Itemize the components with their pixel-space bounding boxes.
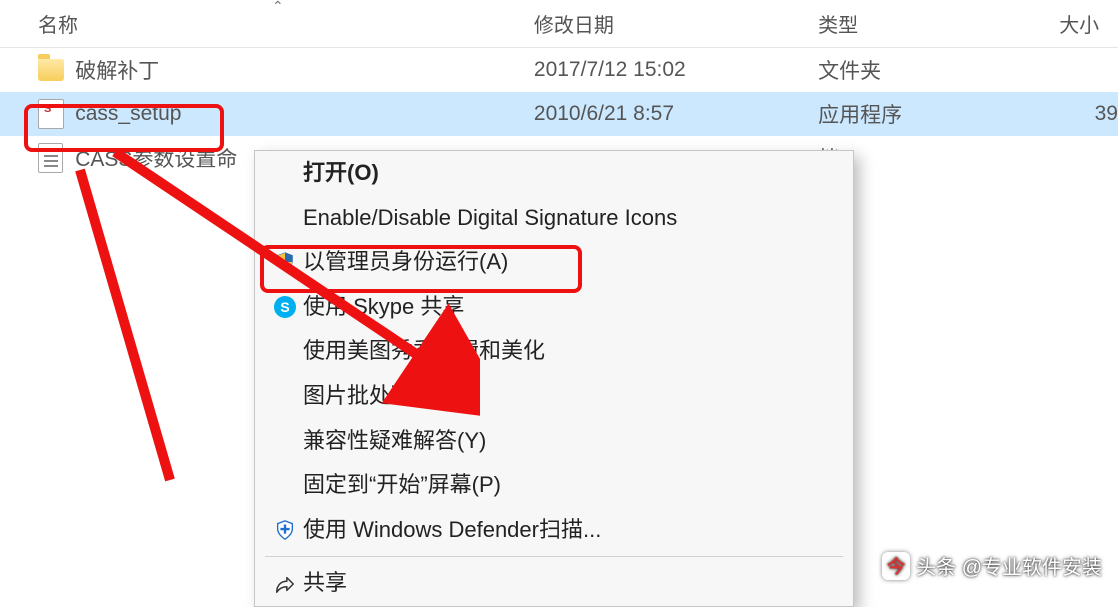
share-icon [267,573,303,595]
file-name: cass_setup [75,102,534,126]
file-modified: 2010/6/21 8:57 [534,102,818,126]
menu-run-as-admin[interactable]: 以管理员身份运行(A) [255,240,853,285]
file-type: 档 [818,143,1059,173]
file-type: 应用程序 [818,99,1059,129]
file-row[interactable]: 破解补丁 2017/7/12 15:02 文件夹 [0,48,1118,92]
file-row[interactable]: cass_setup 2010/6/21 8:57 应用程序 39 [0,92,1118,136]
context-menu: 打开(O) Enable/Disable Digital Signature I… [254,150,854,607]
shield-icon [267,251,303,273]
menu-compat-troubleshoot[interactable]: 兼容性疑难解答(Y) [255,419,853,464]
file-modified: 2017/7/12 15:02 [534,58,818,82]
col-header-size[interactable]: 大小 [1059,9,1118,38]
watermark-icon: 今 [882,552,910,580]
sort-caret-icon: ⌃ [272,0,284,15]
menu-open[interactable]: 打开(O) [255,151,853,196]
menu-signature-icons[interactable]: Enable/Disable Digital Signature Icons [255,196,853,241]
exe-icon [38,99,64,129]
file-size: 39 [1059,102,1118,126]
menu-meitu-edit[interactable]: 使用美图秀秀编辑和美化 [255,329,853,374]
watermark: 今 头条 @专业软件安装 [882,551,1102,580]
column-headers: ⌃ 名称 修改日期 类型 大小 [0,0,1118,48]
col-header-type[interactable]: 类型 [818,9,1059,38]
menu-pin-to-start[interactable]: 固定到“开始”屏幕(P) [255,463,853,508]
menu-separator [265,556,843,557]
menu-skype-share[interactable]: S 使用 Skype 共享 [255,285,853,330]
menu-defender-scan[interactable]: 使用 Windows Defender扫描... [255,508,853,553]
defender-icon [267,519,303,541]
file-name: 破解补丁 [75,55,534,85]
text-file-icon [38,143,63,173]
file-type: 文件夹 [818,55,1059,85]
col-header-name[interactable]: 名称 [38,9,534,38]
watermark-text: 头条 @专业软件安装 [916,551,1102,580]
col-header-modified[interactable]: 修改日期 [534,9,818,38]
menu-share[interactable]: 共享 [255,561,853,606]
folder-icon [38,59,64,81]
skype-icon: S [267,296,303,318]
menu-batch-image[interactable]: 图片批处理 [255,374,853,419]
